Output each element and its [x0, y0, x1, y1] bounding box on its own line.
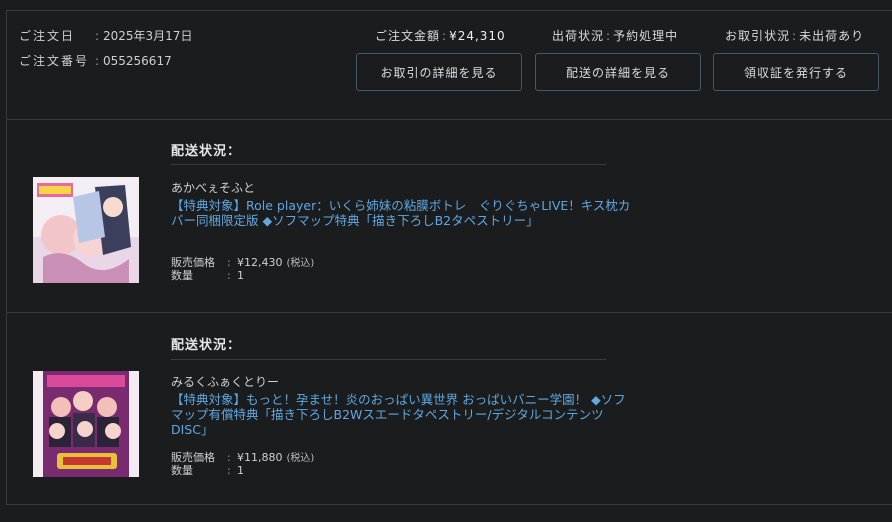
transaction-status-colon: : — [792, 29, 798, 43]
order-number-colon: : — [95, 54, 100, 68]
order-number-label: ご注文番号 — [19, 54, 90, 68]
product-maker: あかべぇそふと — [171, 181, 256, 195]
quantity-colon: : — [227, 269, 231, 282]
price-value: ¥12,430 — [237, 256, 283, 269]
order-date-value: 2025年3月17日 — [103, 29, 193, 43]
price-value: ¥11,880 — [237, 451, 283, 464]
order-total-label: ご注文金額 — [375, 29, 441, 43]
order-number-value: 055256617 — [103, 54, 172, 68]
price-colon: : — [227, 451, 231, 464]
order-total: ご注文金額: ¥24,310 — [375, 27, 506, 44]
item-divider — [171, 164, 606, 165]
order-item: 配送状況： あかべぇそふと 【特典対象】Role player：いくら姉妹の粘膜… — [7, 120, 892, 313]
product-pricing: 販売価格: ¥11,880 (税込) 数量:1 — [171, 452, 314, 477]
delivery-status-heading: 配送状況： — [171, 338, 242, 353]
shipping-status-value: 予約処理中 — [613, 29, 679, 43]
product-pricing: 販売価格: ¥12,430 (税込) 数量:1 — [171, 257, 314, 282]
quantity-label: 数量 — [171, 464, 193, 477]
order-number-row: ご注文番号:055256617 — [19, 52, 172, 69]
order-total-value: ¥24,310 — [449, 29, 506, 43]
order-header: ご注文日:2025年3月17日 ご注文番号:055256617 ご注文金額: ¥2… — [7, 11, 892, 120]
product-title-link[interactable]: 【特典対象】もっと！孕ませ！炎のおっぱい異世界 おっぱいバニー学園！ ◆ソフマッ… — [171, 392, 631, 437]
quantity-row: 数量:1 — [171, 465, 314, 477]
shipping-status-colon: : — [606, 29, 612, 43]
tax-note: (税込) — [286, 258, 315, 269]
delivery-status-heading: 配送状況： — [171, 144, 242, 159]
product-title-link[interactable]: 【特典対象】Role player：いくら姉妹の粘膜ボトレ ぐりぐちゃLIVE！… — [171, 198, 631, 228]
quantity-value: 1 — [237, 269, 244, 282]
transaction-details-button[interactable]: お取引の詳細を見る — [356, 53, 522, 91]
quantity-colon: : — [227, 464, 231, 477]
transaction-status: お取引状況: 未出荷あり — [725, 27, 864, 44]
delivery-details-button[interactable]: 配送の詳細を見る — [535, 53, 701, 91]
issue-receipt-button[interactable]: 領収証を発行する — [713, 53, 879, 91]
order-total-colon: : — [442, 29, 448, 43]
order-card: ご注文日:2025年3月17日 ご注文番号:055256617 ご注文金額: ¥2… — [6, 10, 892, 505]
item-divider — [171, 359, 606, 360]
quantity-label: 数量 — [171, 269, 193, 282]
product-image-2 — [33, 371, 139, 477]
quantity-row: 数量:1 — [171, 270, 314, 282]
order-date-colon: : — [95, 29, 100, 43]
product-image-1 — [33, 177, 139, 283]
price-colon: : — [227, 256, 231, 269]
order-item: 配送状況： みるくふぁくとりー 【特典対象】もっと！孕ませ！炎のおっぱい異世界 … — [7, 313, 892, 505]
order-date-label: ご注文日 — [19, 29, 76, 43]
tax-note: (税込) — [286, 453, 315, 464]
quantity-value: 1 — [237, 464, 244, 477]
order-date-row: ご注文日:2025年3月17日 — [19, 27, 192, 44]
price-label: 販売価格 — [171, 451, 215, 464]
shipping-status: 出荷状況: 予約処理中 — [552, 27, 678, 44]
product-thumbnail[interactable] — [33, 177, 139, 283]
shipping-status-label: 出荷状況 — [552, 29, 605, 43]
product-maker: みるくふぁくとりー — [171, 375, 280, 389]
transaction-status-label: お取引状況 — [725, 29, 791, 43]
transaction-status-value: 未出荷あり — [799, 29, 865, 43]
product-thumbnail[interactable] — [33, 371, 139, 477]
price-label: 販売価格 — [171, 256, 215, 269]
